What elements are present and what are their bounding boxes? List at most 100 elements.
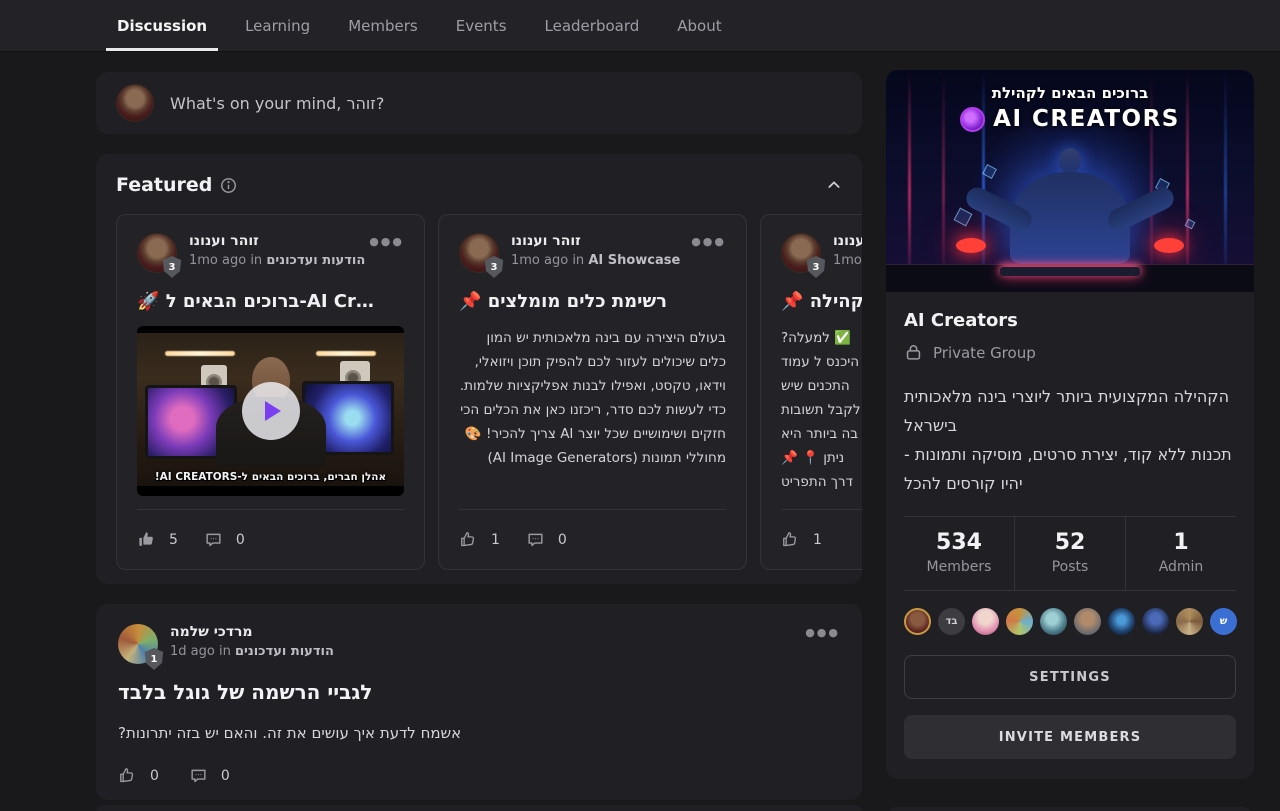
level-badge: 1 — [144, 648, 164, 670]
tab-learning[interactable]: Learning — [243, 0, 312, 51]
more-menu-icon[interactable]: ●●● — [369, 233, 404, 247]
tab-members[interactable]: Members — [346, 0, 420, 51]
lock-icon — [904, 343, 923, 362]
member-avatars-row: בד ש — [904, 591, 1236, 639]
member-avatar[interactable] — [1040, 608, 1067, 635]
feed-column: What's on your mind, זוהר? Featured 3 — [96, 72, 862, 134]
author-avatar[interactable]: 3 — [137, 233, 177, 273]
category-link[interactable]: AI Showcase — [588, 253, 680, 268]
comment-count: 0 — [558, 532, 567, 548]
thumbs-up-icon — [459, 530, 478, 549]
post-meta: 1d ago in הודעות ועדכונים — [170, 644, 334, 659]
community-page: Discussion Learning Members Events Leade… — [0, 0, 1280, 811]
featured-section: Featured 3 זוהר וענונו 1mo ago in הו — [96, 154, 862, 584]
banner-brand-text: AI CREATORS — [993, 106, 1180, 132]
group-name: AI Creators — [904, 310, 1236, 331]
member-avatar[interactable] — [1176, 608, 1203, 635]
post-title[interactable]: 📌 קהילה — [781, 291, 862, 312]
member-avatar[interactable] — [972, 608, 999, 635]
video-thumbnail[interactable]: אהלן חברים, ברוכים הבאים ל-AI CREATORS! — [137, 326, 404, 496]
author-avatar[interactable]: 3 — [781, 233, 821, 273]
settings-button[interactable]: SETTINGS — [904, 655, 1236, 699]
comment-button[interactable]: 0 — [204, 530, 245, 549]
member-avatar[interactable] — [904, 608, 931, 635]
member-avatar[interactable]: ש — [1210, 608, 1237, 635]
like-button[interactable]: 0 — [118, 766, 159, 785]
collapse-featured-button[interactable] — [826, 177, 842, 193]
stat-members[interactable]: 534 Members — [904, 517, 1014, 590]
top-nav: Discussion Learning Members Events Leade… — [0, 0, 1280, 52]
stat-posts[interactable]: 52 Posts — [1014, 517, 1125, 590]
more-menu-icon[interactable]: ●●● — [691, 233, 726, 247]
post-body: בעולם היצירה עם בינה מלאכותית יש המון כל… — [459, 326, 726, 470]
thumbs-up-icon — [781, 530, 800, 549]
leaderboard-card: Leaderboard (30-days) — [886, 807, 1254, 811]
like-button[interactable]: 5 — [137, 530, 178, 549]
stat-admins[interactable]: 1 Admin — [1125, 517, 1236, 590]
current-user-avatar[interactable] — [116, 84, 154, 122]
member-avatar[interactable]: בד — [938, 608, 965, 635]
member-avatar[interactable] — [1006, 608, 1033, 635]
author-name[interactable]: זוהר וענונו — [511, 233, 679, 249]
chevron-up-icon — [826, 177, 842, 193]
author-avatar[interactable]: 3 — [459, 233, 499, 273]
comment-icon — [189, 766, 208, 785]
like-count: 0 — [150, 768, 159, 784]
tab-about[interactable]: About — [675, 0, 723, 51]
tab-events[interactable]: Events — [454, 0, 509, 51]
tab-leaderboard[interactable]: Leaderboard — [543, 0, 642, 51]
comment-icon — [526, 530, 545, 549]
post-title[interactable]: לגביי הרשמה של גוגל בלבד — [118, 680, 840, 704]
group-stats: 534 Members 52 Posts 1 Admin — [904, 516, 1236, 591]
category-link[interactable]: הודעות ועדכונים — [235, 644, 334, 659]
post-meta: 1mo ago in הודעות ועדכונים — [833, 253, 862, 268]
member-avatar[interactable] — [1142, 608, 1169, 635]
featured-card-welcome[interactable]: 3 זוהר וענונו 1mo ago in הודעות ועדכונים… — [116, 214, 425, 570]
play-button[interactable] — [242, 382, 300, 440]
post-body: ✅ למעלה? היכנס ל עמוד התכנים שיש לקבל תש… — [781, 326, 862, 494]
level-badge: 3 — [806, 256, 826, 278]
post-title[interactable]: 📌 רשימת כלים מומלצים — [459, 291, 726, 312]
thumbs-up-icon — [118, 766, 137, 785]
post-title[interactable]: 🚀 ברוכים הבאים ל-AI Creators — [137, 291, 377, 312]
author-avatar[interactable]: 1 — [118, 624, 158, 664]
author-name[interactable]: זוהר וענונו — [833, 233, 862, 249]
like-count: 5 — [169, 532, 178, 548]
like-button[interactable]: 1 — [459, 530, 500, 549]
featured-card-tools[interactable]: 3 זוהר וענונו 1mo ago in AI Showcase ●●●… — [438, 214, 747, 570]
group-cover-image[interactable]: ברוכים הבאים לקהילת AI CREATORS — [886, 70, 1254, 292]
member-avatar[interactable] — [1074, 608, 1101, 635]
post-meta: 1mo ago in AI Showcase — [511, 253, 679, 268]
group-info-card: ברוכים הבאים לקהילת AI CREATORS AI Creat… — [886, 70, 1254, 779]
invite-members-button[interactable]: INVITE MEMBERS — [904, 715, 1236, 759]
comment-button[interactable]: 0 — [189, 766, 230, 785]
level-badge: 3 — [162, 256, 182, 278]
composer-prompt[interactable]: What's on your mind, זוהר? — [170, 94, 384, 113]
video-caption: אהלן חברים, ברוכים הבאים ל-AI CREATORS! — [137, 471, 404, 483]
feed-post[interactable]: 1 מרדכי שלמה 1d ago in הודעות ועדכונים ●… — [96, 604, 862, 800]
group-description: הקהילה המקצועית ביותר ליוצרי בינה מלאכות… — [904, 382, 1236, 498]
featured-cards-row: 3 זוהר וענונו 1mo ago in הודעות ועדכונים… — [116, 214, 862, 570]
level-badge: 3 — [484, 256, 504, 278]
author-name[interactable]: זוהר וענונו — [189, 233, 357, 249]
comment-icon — [204, 530, 223, 549]
info-icon[interactable] — [220, 177, 237, 194]
banner-welcome-text: ברוכים הבאים לקהילת — [886, 84, 1254, 102]
more-menu-icon[interactable]: ●●● — [805, 624, 840, 638]
comment-count: 0 — [236, 532, 245, 548]
post-meta: 1mo ago in הודעות ועדכונים — [189, 253, 357, 268]
post-composer[interactable]: What's on your mind, זוהר? — [96, 72, 862, 134]
thumbs-up-icon — [137, 530, 156, 549]
like-button[interactable]: 1 — [781, 530, 822, 549]
category-link[interactable]: הודעות ועדכונים — [266, 253, 365, 268]
member-avatar[interactable] — [1108, 608, 1135, 635]
comment-count: 0 — [221, 768, 230, 784]
tab-discussion[interactable]: Discussion — [115, 0, 209, 51]
privacy-label: Private Group — [933, 344, 1036, 362]
author-name[interactable]: מרדכי שלמה — [170, 624, 334, 640]
brain-logo-icon — [960, 107, 985, 132]
comment-button[interactable]: 0 — [526, 530, 567, 549]
next-post-card-edge — [96, 805, 862, 811]
featured-card-community[interactable]: 3 זוהר וענונו 1mo ago in הודעות ועדכונים… — [760, 214, 862, 570]
group-sidebar: ברוכים הבאים לקהילת AI CREATORS AI Creat… — [886, 70, 1254, 811]
